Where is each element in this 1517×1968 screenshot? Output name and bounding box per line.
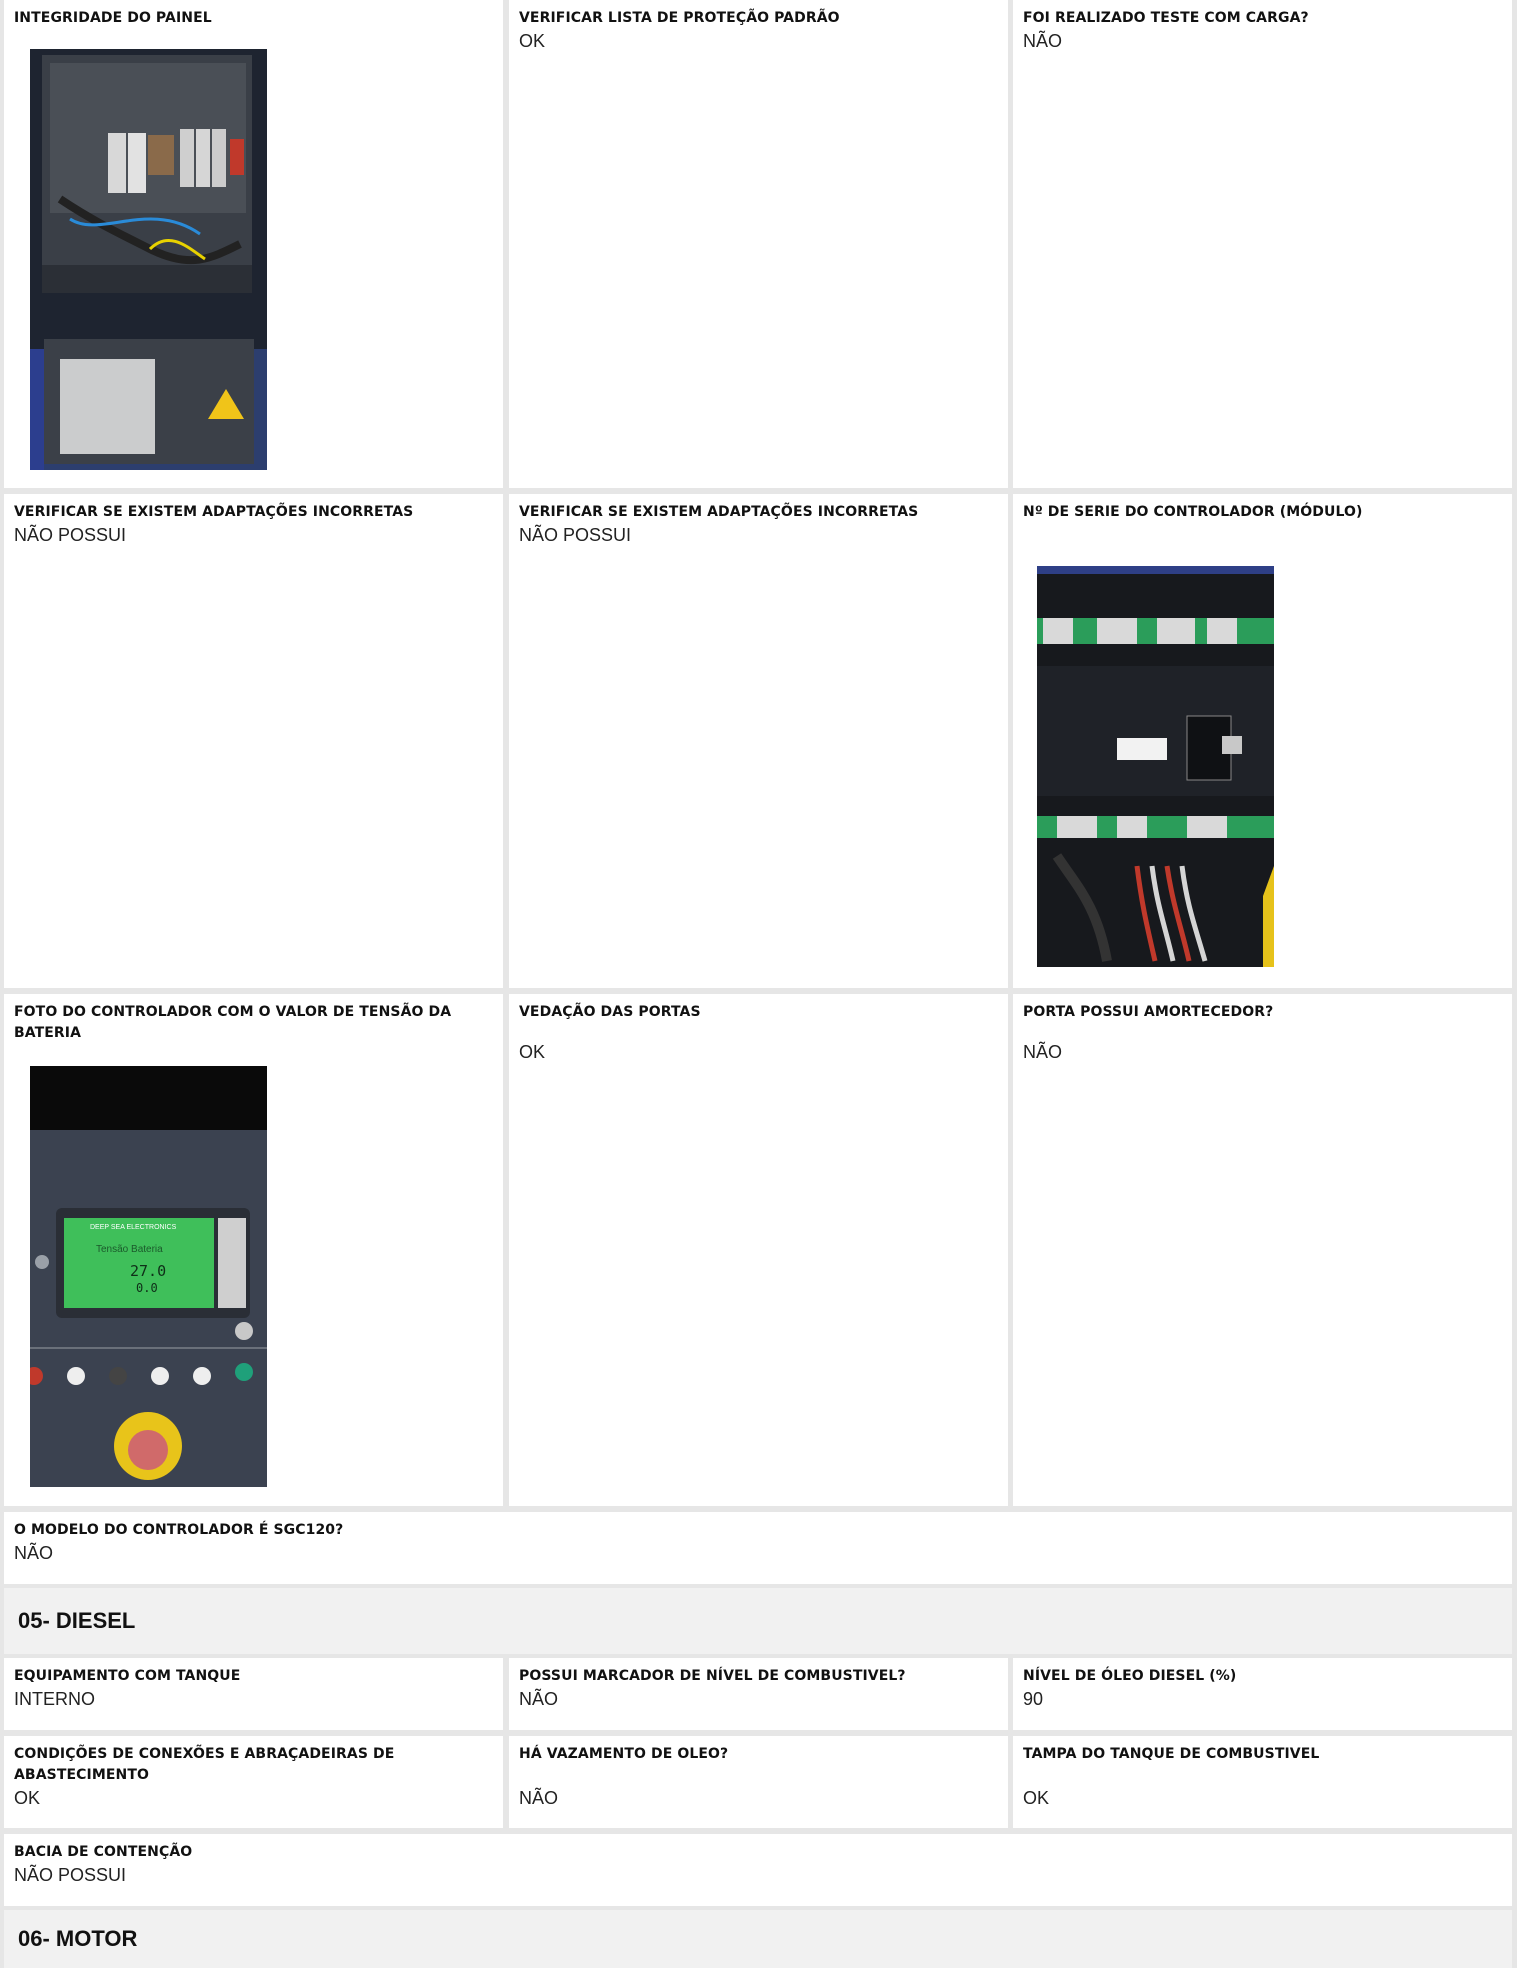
field-value: NÃO xyxy=(519,1788,559,1808)
field-value: NÃO POSSUI xyxy=(14,1865,127,1885)
field-value: OK xyxy=(1023,1788,1050,1808)
field-integridade-painel: INTEGRIDADE DO PAINEL xyxy=(4,0,503,488)
field-label: EQUIPAMENTO COM TANQUE xyxy=(14,1668,241,1684)
field-label: INTEGRIDADE DO PAINEL xyxy=(14,10,212,26)
field-label: O MODELO DO CONTROLADOR É SGC120? xyxy=(14,1522,344,1538)
field-conexoes: CONDIÇÕES DE CONEXÕES E ABRAÇADEIRAS DE … xyxy=(4,1736,503,1828)
field-label: NÍVEL DE ÓLEO DIESEL (%) xyxy=(1023,1668,1237,1684)
field-tanque: EQUIPAMENTO COM TANQUE INTERNO xyxy=(4,1658,503,1730)
field-marcador-nivel: POSSUI MARCADOR DE NÍVEL DE COMBUSTIVEL?… xyxy=(509,1658,1008,1730)
field-value: INTERNO xyxy=(14,1689,95,1709)
field-serie-controlador: Nº DE SERIE DO CONTROLADOR (MÓDULO) xyxy=(1013,494,1512,988)
field-adaptacoes-1: VERIFICAR SE EXISTEM ADAPTAÇÕES INCORRET… xyxy=(4,494,503,988)
field-label: VERIFICAR SE EXISTEM ADAPTAÇÕES INCORRET… xyxy=(14,504,414,520)
field-value: NÃO xyxy=(1023,1042,1063,1062)
field-value: NÃO POSSUI xyxy=(519,525,632,545)
field-label: FOI REALIZADO TESTE COM CARGA? xyxy=(1023,10,1309,26)
field-amortecedor: PORTA POSSUI AMORTECEDOR? NÃO xyxy=(1013,994,1512,1506)
field-label: FOTO DO CONTROLADOR COM O VALOR DE TENSÃ… xyxy=(14,1004,452,1041)
inspection-report: INTEGRIDADE DO PAINEL VERIFICAR LISTA DE… xyxy=(0,0,1517,1968)
field-value: NÃO xyxy=(519,1689,559,1709)
field-adaptacoes-2: VERIFICAR SE EXISTEM ADAPTAÇÕES INCORRET… xyxy=(509,494,1008,988)
field-value: OK xyxy=(519,31,546,51)
photo-brand-text: DEEP SEA ELECTRONICS xyxy=(90,1224,177,1231)
controller-serial-photo[interactable] xyxy=(1037,566,1274,987)
field-label: CONDIÇÕES DE CONEXÕES E ABRAÇADEIRAS DE … xyxy=(14,1746,395,1783)
field-vazamento: HÁ VAZAMENTO DE OLEO? NÃO xyxy=(509,1736,1008,1828)
field-label: Nº DE SERIE DO CONTROLADOR (MÓDULO) xyxy=(1023,504,1363,520)
field-value: OK xyxy=(14,1788,41,1808)
field-label: POSSUI MARCADOR DE NÍVEL DE COMBUSTIVEL? xyxy=(519,1668,906,1684)
field-label: HÁ VAZAMENTO DE OLEO? xyxy=(519,1746,729,1762)
photo-screen-title: Tensão Bateria xyxy=(96,1244,163,1255)
field-foto-tensao: FOTO DO CONTROLADOR COM O VALOR DE TENSÃ… xyxy=(4,994,503,1506)
field-value: NÃO xyxy=(14,1543,54,1563)
field-label: BACIA DE CONTENÇÃO xyxy=(14,1844,193,1860)
panel-photo[interactable] xyxy=(30,49,267,470)
field-label: PORTA POSSUI AMORTECEDOR? xyxy=(1023,1004,1274,1020)
field-label: TAMPA DO TANQUE DE COMBUSTIVEL xyxy=(1023,1746,1320,1762)
field-vedacao-portas: VEDAÇÃO DAS PORTAS OK xyxy=(509,994,1008,1506)
photo-battery-value: 27.0 xyxy=(130,1262,166,1280)
field-nivel-diesel: NÍVEL DE ÓLEO DIESEL (%) 90 xyxy=(1013,1658,1512,1730)
section-header-diesel: 05- DIESEL xyxy=(4,1588,1512,1654)
field-modelo-sgc120: O MODELO DO CONTROLADOR É SGC120? NÃO xyxy=(4,1512,1512,1584)
field-label: VEDAÇÃO DAS PORTAS xyxy=(519,1004,701,1020)
section-header-motor: 06- MOTOR xyxy=(4,1910,1512,1968)
field-tampa-tanque: TAMPA DO TANQUE DE COMBUSTIVEL OK xyxy=(1013,1736,1512,1828)
field-bacia: BACIA DE CONTENÇÃO NÃO POSSUI xyxy=(4,1834,1512,1906)
field-value: NÃO POSSUI xyxy=(14,525,127,545)
field-teste-carga: FOI REALIZADO TESTE COM CARGA? NÃO xyxy=(1013,0,1512,488)
photo-charge-value: 0.0 xyxy=(136,1281,158,1295)
battery-voltage-photo[interactable]: DEEP SEA ELECTRONICS Tensão Bateria 27.0… xyxy=(30,1066,267,1487)
field-lista-protecao: VERIFICAR LISTA DE PROTEÇÃO PADRÃO OK xyxy=(509,0,1008,488)
field-label: VERIFICAR LISTA DE PROTEÇÃO PADRÃO xyxy=(519,10,840,26)
field-label: VERIFICAR SE EXISTEM ADAPTAÇÕES INCORRET… xyxy=(519,504,919,520)
field-value: 90 xyxy=(1023,1689,1044,1709)
field-value: OK xyxy=(519,1042,546,1062)
field-value: NÃO xyxy=(1023,31,1063,51)
